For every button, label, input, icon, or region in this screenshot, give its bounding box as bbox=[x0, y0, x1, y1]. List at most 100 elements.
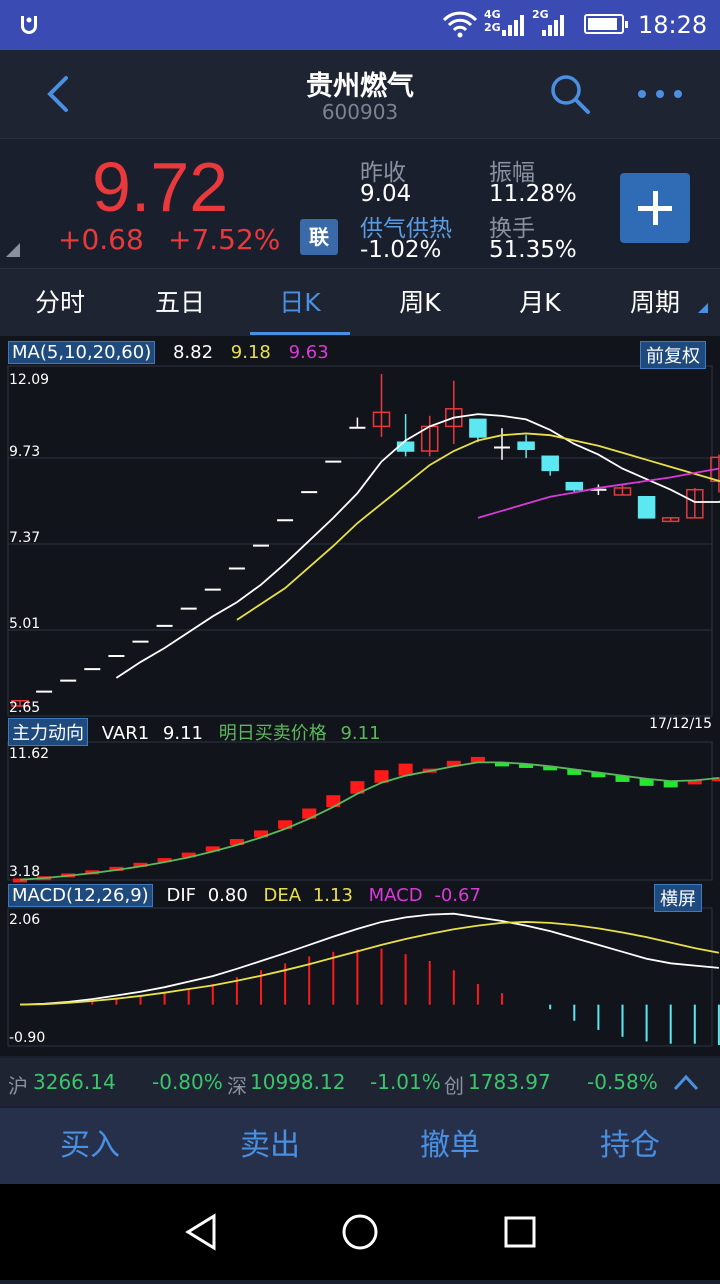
positions-button[interactable]: 持仓 bbox=[540, 1108, 720, 1184]
y-tick-label: 11.62 bbox=[9, 746, 49, 762]
y-tick-label: -0.90 bbox=[9, 1030, 45, 1046]
stock-name: 贵州燃气 bbox=[306, 71, 414, 102]
quote-panel: 9.72 +0.68 +7.52% 联 昨收 9.04 供气供热 -1.02% … bbox=[0, 138, 720, 269]
sell-button[interactable]: 卖出 bbox=[180, 1108, 360, 1184]
var1-line bbox=[19, 761, 719, 881]
more-button[interactable] bbox=[636, 86, 686, 105]
tab-weekly-k[interactable]: 周K bbox=[365, 269, 475, 337]
corner-indicator-icon bbox=[6, 243, 20, 257]
back-nav-button[interactable] bbox=[185, 1213, 216, 1251]
ma5-value: 8.82 bbox=[172, 342, 214, 363]
tab-period[interactable]: 周期 bbox=[600, 269, 710, 337]
y-tick-label: 12.09 bbox=[9, 372, 49, 388]
recents-nav-button[interactable] bbox=[504, 1216, 536, 1248]
tab-period-label: 周期 bbox=[629, 288, 680, 317]
y-tick-label: 9.73 bbox=[9, 444, 40, 460]
ma-legend: MA(5,10,20,60) 8.82 9.18 9.63 bbox=[8, 341, 329, 364]
battery-level bbox=[588, 18, 617, 30]
y-tick-label: 5.01 bbox=[9, 616, 40, 632]
main-force-legend: 主力动向 VAR1 9.11 明日买卖价格 9.11 bbox=[8, 718, 381, 746]
y-tick-label: 3.18 bbox=[9, 864, 40, 880]
chevron-up-icon bbox=[673, 1074, 699, 1091]
market-index-bar[interactable]: 沪 3266.14 -0.80% 深 10998.12 -1.01% 创 178… bbox=[0, 1058, 720, 1106]
y-tick-label: 2.06 bbox=[9, 912, 40, 928]
network-type-label: 4G 2G bbox=[484, 8, 501, 34]
chart-area[interactable]: 12.09 9.73 7.37 5.01 2.65 11.62 3.18 17/… bbox=[0, 336, 720, 1056]
trade-bar: 买入 卖出 撤单 持仓 bbox=[0, 1108, 720, 1184]
recents-square-icon bbox=[504, 1216, 536, 1248]
search-button[interactable] bbox=[548, 72, 592, 120]
signal-strength-icon bbox=[500, 12, 526, 42]
var1-label: VAR1 bbox=[101, 723, 150, 744]
next-day-price-value: 9.11 bbox=[340, 723, 381, 744]
grid bbox=[7, 365, 713, 1047]
sh-index-label: 沪 bbox=[8, 1074, 28, 1098]
ma-legend-label[interactable]: MA(5,10,20,60) bbox=[8, 341, 156, 364]
cy-index-change: -0.58% bbox=[587, 1070, 658, 1094]
prev-close-value: 9.04 bbox=[360, 181, 412, 207]
dif-value: 0.80 bbox=[207, 885, 248, 906]
cy-index-value: 1783.97 bbox=[468, 1070, 551, 1094]
next-day-price-label: 明日买卖价格 bbox=[218, 723, 327, 744]
tab-five-day[interactable]: 五日 bbox=[125, 269, 235, 337]
dif-label: DIF bbox=[166, 885, 196, 906]
amplitude-value: 11.28% bbox=[489, 181, 577, 207]
price-change-percent: +7.52% bbox=[168, 223, 281, 256]
app-notification-icon bbox=[16, 12, 42, 44]
candle-body bbox=[396, 441, 415, 452]
system-nav-bar bbox=[0, 1184, 720, 1280]
period-tabs: 分时 五日 日K 周K 月K 周期 bbox=[0, 268, 720, 337]
cy-index-label: 创 bbox=[444, 1074, 464, 1098]
adjust-price-button[interactable]: 前复权 bbox=[640, 341, 706, 369]
tab-daily-k[interactable]: 日K bbox=[245, 269, 355, 337]
home-circle-icon bbox=[342, 1214, 378, 1250]
add-watchlist-button[interactable] bbox=[620, 173, 690, 243]
ma-line-ma5 bbox=[115, 413, 720, 679]
related-stocks-button[interactable]: 联 bbox=[300, 219, 338, 255]
dea-value: 1.13 bbox=[312, 885, 353, 906]
back-triangle-icon bbox=[185, 1213, 216, 1251]
candle-body bbox=[565, 481, 584, 491]
dea-label: DEA bbox=[263, 885, 302, 906]
battery-icon bbox=[584, 14, 628, 34]
candle-body bbox=[637, 495, 656, 519]
ma20-value: 9.63 bbox=[288, 342, 329, 363]
home-nav-button[interactable] bbox=[342, 1214, 378, 1250]
status-bar: 4G 2G 2G 18:28 bbox=[0, 0, 720, 50]
ma10-value: 9.18 bbox=[230, 342, 271, 363]
search-icon bbox=[551, 75, 590, 114]
date-label: 17/12/15 bbox=[649, 716, 712, 732]
turnover-value: 51.35% bbox=[489, 237, 577, 263]
cancel-order-button[interactable]: 撤单 bbox=[360, 1108, 540, 1184]
macd-legend: MACD(12,26,9) DIF 0.80 DEA 1.13 MACD -0.… bbox=[8, 884, 481, 907]
clock: 18:28 bbox=[638, 11, 708, 39]
tab-intraday[interactable]: 分时 bbox=[5, 269, 115, 337]
buy-button[interactable]: 买入 bbox=[0, 1108, 180, 1184]
y-tick-label: 7.37 bbox=[9, 530, 40, 546]
candle-body bbox=[541, 455, 559, 472]
tab-monthly-k[interactable]: 月K bbox=[485, 269, 595, 337]
signal-strength-icon-2 bbox=[540, 12, 570, 42]
current-price: 9.72 bbox=[92, 148, 229, 226]
candle-body bbox=[469, 418, 487, 438]
sector-change: -1.02% bbox=[360, 237, 442, 263]
dropdown-triangle-icon bbox=[698, 303, 708, 313]
sz-index-label: 深 bbox=[227, 1074, 247, 1098]
macd-line-dif bbox=[19, 912, 719, 1006]
landscape-button[interactable]: 横屏 bbox=[654, 884, 702, 912]
macd-label[interactable]: MACD(12,26,9) bbox=[8, 884, 153, 907]
macd-hist-value: -0.67 bbox=[434, 885, 481, 906]
price-change: +0.68 bbox=[58, 223, 144, 256]
main-force-label[interactable]: 主力动向 bbox=[8, 718, 88, 746]
wifi-icon bbox=[442, 10, 478, 42]
expand-button[interactable] bbox=[672, 1072, 700, 1097]
main-force-bar bbox=[663, 781, 678, 788]
ma-line-ma10 bbox=[236, 432, 720, 621]
sh-index-value: 3266.14 bbox=[33, 1070, 116, 1094]
stock-code: 600903 bbox=[321, 100, 399, 124]
app-header: 贵州燃气 600903 bbox=[0, 50, 720, 138]
kline-chart-svg: 12.09 9.73 7.37 5.01 2.65 11.62 3.18 17/… bbox=[7, 365, 720, 1047]
more-dots-icon bbox=[638, 90, 682, 98]
macd-line-dea bbox=[19, 921, 720, 1006]
sz-index-value: 10998.12 bbox=[250, 1070, 346, 1094]
